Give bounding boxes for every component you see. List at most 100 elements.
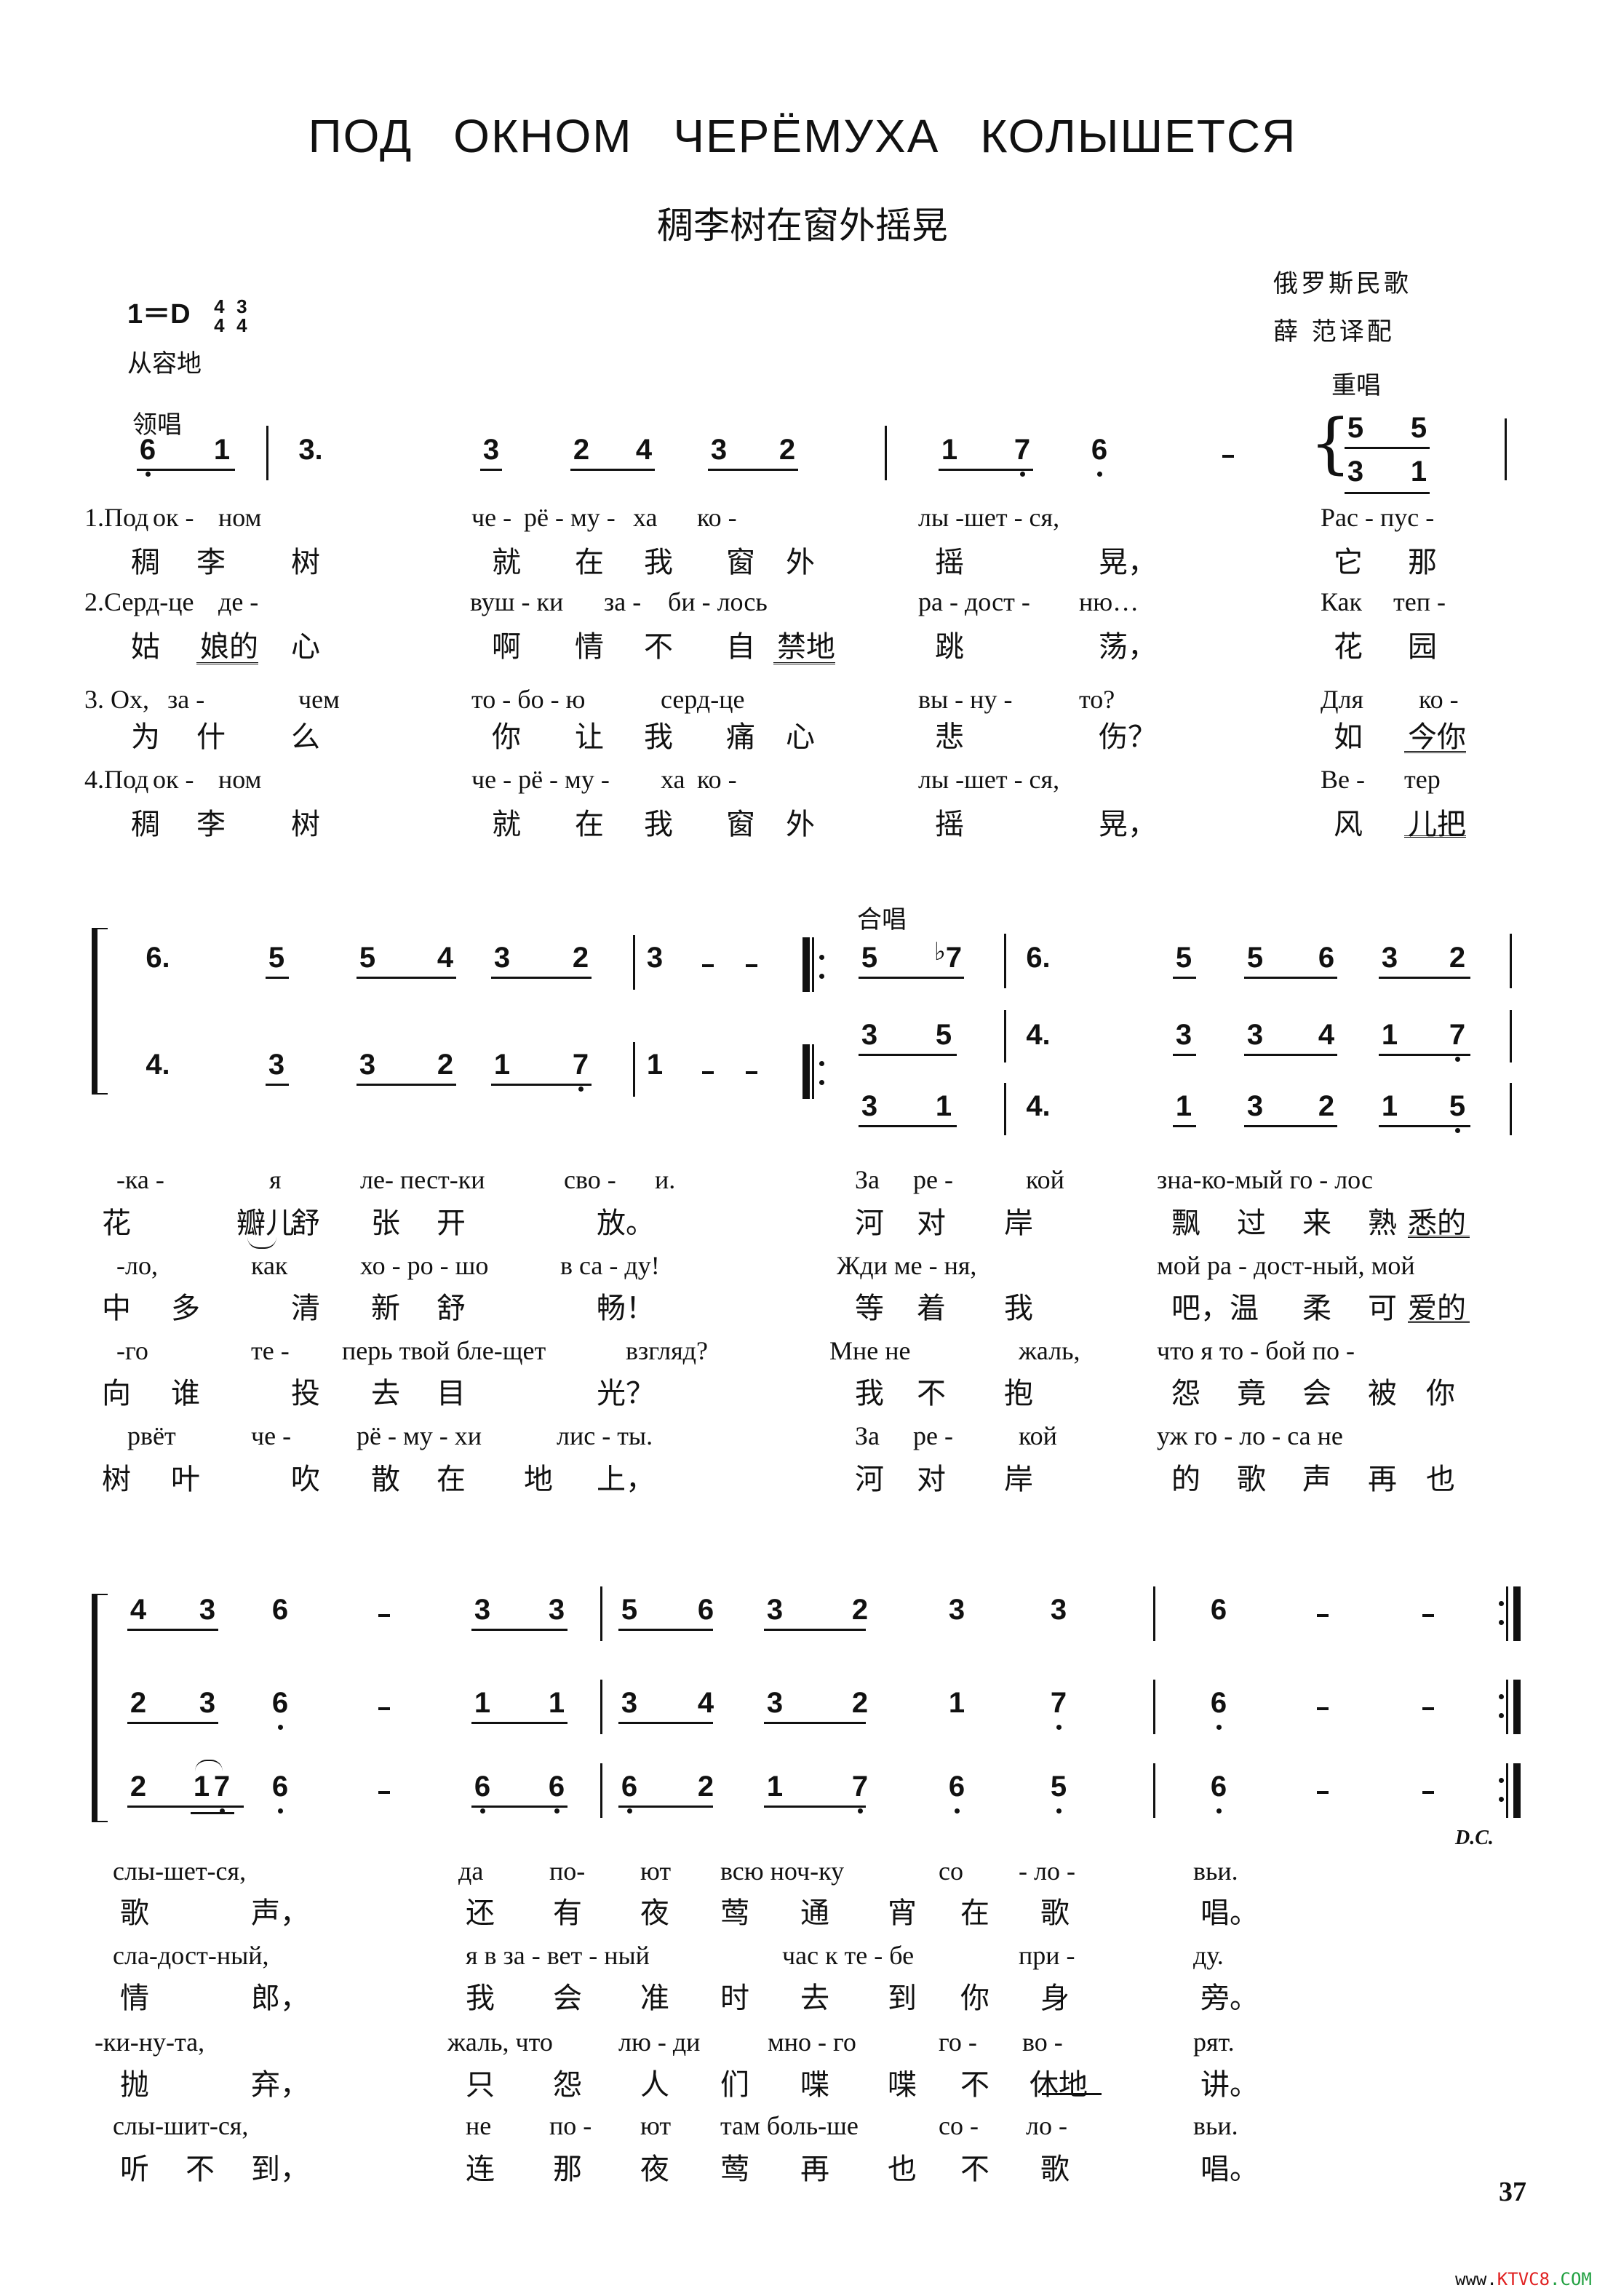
- lyric-zh: 什: [196, 720, 226, 754]
- note: 3: [646, 942, 664, 974]
- lyric-zh: 那: [1408, 546, 1437, 579]
- note: 1: [1381, 1019, 1398, 1051]
- beam: [859, 1054, 957, 1056]
- note: 2: [572, 942, 589, 974]
- beam: [127, 1806, 244, 1808]
- note: 3.: [298, 434, 323, 466]
- dash: [1422, 1791, 1434, 1794]
- double-underline: [196, 662, 258, 667]
- beam: [1244, 1054, 1337, 1056]
- barline: [1153, 1680, 1155, 1734]
- dash: [1422, 1707, 1434, 1710]
- lyric-ru: -ка -: [116, 1165, 164, 1194]
- dash: [1317, 1707, 1329, 1710]
- barline: [600, 1680, 602, 1734]
- lyric-zh: 们: [720, 2068, 749, 2102]
- repeat-end: [1513, 1586, 1521, 1641]
- lyric-zh: 痛: [726, 720, 755, 754]
- beam: [570, 469, 655, 471]
- note: 3: [199, 1594, 216, 1626]
- repeat-dots: [1499, 1694, 1505, 1719]
- lyric-zh: 我: [1004, 1292, 1033, 1325]
- lyric-zh: 夜: [640, 1896, 669, 1930]
- note: 4: [1318, 1019, 1335, 1051]
- lyric-zh: 啊: [492, 630, 521, 664]
- lyric-ru: ле- пест-ки: [360, 1165, 485, 1194]
- lyric-ru: рё - му - хи: [357, 1421, 482, 1450]
- lyric-ru: в са - ду!: [560, 1251, 660, 1280]
- dash: [1317, 1614, 1329, 1617]
- note: 6: [137, 435, 159, 477]
- repeat-start: [802, 937, 810, 992]
- lyric-zh: 那: [553, 2153, 582, 2186]
- lyric-ru: ют: [640, 1856, 672, 1886]
- note: 4: [130, 1594, 147, 1626]
- lyric-zh: 歌: [1040, 1896, 1070, 1930]
- da-capo-marking: D.C.: [1455, 1827, 1494, 1849]
- note: 6.: [1026, 942, 1051, 974]
- lyric-zh: 你: [1426, 1377, 1455, 1410]
- lyric-ru: кой: [1026, 1165, 1064, 1194]
- lyric-zh: 让: [575, 720, 604, 754]
- lyric-zh: 自: [726, 630, 755, 664]
- lyric-zh: 摇: [935, 808, 964, 841]
- lyric-zh: 着: [917, 1292, 946, 1325]
- lyric-ru: -ло,: [116, 1251, 158, 1280]
- note: 6: [471, 1772, 493, 1814]
- lyric-zh: 稠: [131, 546, 160, 579]
- lyric-zh: 可: [1368, 1292, 1397, 1325]
- barline: [1004, 1010, 1006, 1062]
- lyric-zh: 休地: [1029, 2068, 1088, 2102]
- note: 7: [1011, 435, 1033, 477]
- lyric-ru: го -: [939, 2027, 977, 2057]
- barline: [1153, 1763, 1155, 1818]
- lyric-ru: лы -шет - ся,: [918, 503, 1060, 532]
- beam: [127, 1629, 218, 1631]
- lyric-zh: 有: [553, 1896, 582, 1930]
- barline: [1505, 418, 1507, 480]
- lyric-zh: 我: [644, 546, 673, 579]
- note: 2: [851, 1687, 869, 1719]
- system-bracket: [92, 1594, 108, 1822]
- note: 4.: [146, 1049, 170, 1081]
- lyric-zh: 心: [786, 720, 815, 754]
- lyric-zh: 就: [492, 808, 521, 841]
- note: 5: [266, 943, 289, 979]
- lyric-zh: 禁地: [777, 630, 835, 664]
- lyric-zh: 目: [437, 1377, 466, 1410]
- lyric-zh: 情: [575, 630, 604, 664]
- lyric-ru: Мне не: [829, 1336, 911, 1365]
- lyric-zh: 李: [196, 808, 226, 841]
- lyric-zh: 花: [1334, 630, 1363, 664]
- lyric-zh: 准: [640, 1982, 669, 2015]
- note: 4.: [1026, 1019, 1051, 1051]
- lyric-ru: при -: [1019, 1941, 1075, 1970]
- lyric-ru: ном: [218, 503, 262, 532]
- lyric-ru: взгляд?: [626, 1336, 708, 1365]
- note: 5: [1173, 943, 1196, 979]
- barline: [1510, 1083, 1512, 1135]
- lyric-zh: 开: [437, 1207, 466, 1240]
- lyric-ru: за -: [604, 587, 642, 616]
- beam: [618, 1629, 713, 1631]
- barline: [812, 937, 814, 992]
- note: 3: [1050, 1594, 1067, 1626]
- lyric-zh: 飘: [1171, 1207, 1200, 1240]
- dash: [378, 1614, 390, 1617]
- lyric-zh: 悲: [935, 720, 964, 754]
- lyric-zh: 上，: [597, 1463, 655, 1496]
- lyric-ru: по -: [549, 2111, 592, 2140]
- beam: [764, 1629, 866, 1631]
- beam: [480, 469, 502, 471]
- note: 3: [359, 1049, 376, 1081]
- lyric-ru: слы-шит-ся,: [113, 2111, 249, 2140]
- page-number: 37: [1499, 2177, 1526, 2207]
- lyric-zh: 去: [800, 1982, 829, 2015]
- lyric-zh: 唱。: [1200, 2153, 1259, 2186]
- slur: [247, 1237, 276, 1249]
- lyric-ru: я в за - вет - ный: [466, 1941, 650, 1970]
- barline: [1004, 934, 1006, 988]
- lyric-zh: 连: [466, 2153, 495, 2186]
- note: 4: [635, 434, 653, 466]
- duet-brace: {: [1310, 405, 1352, 482]
